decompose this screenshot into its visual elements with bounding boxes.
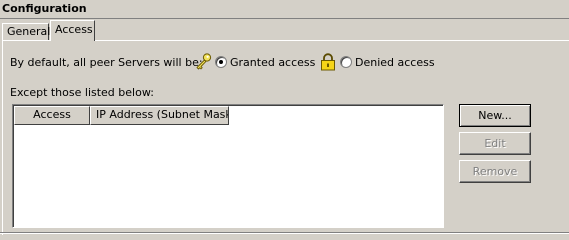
column-header-ip-address[interactable]: IP Address (Subnet Mask) [90, 106, 229, 125]
edit-button[interactable]: Edit [459, 132, 531, 155]
denied-access-label[interactable]: Denied access [355, 55, 435, 71]
panel-header: Configuration [0, 0, 569, 19]
default-access-label: By default, all peer Servers will be: [10, 56, 203, 69]
denied-access-radio[interactable] [340, 56, 352, 68]
bottom-divider [0, 232, 569, 234]
tab-access[interactable]: Access [50, 20, 95, 41]
panel-title: Configuration [2, 2, 87, 15]
granted-access-label[interactable]: Granted access [230, 55, 315, 71]
access-list[interactable]: Access IP Address (Subnet Mask) [12, 104, 444, 228]
remove-button[interactable]: Remove [459, 160, 531, 183]
granted-access-radio[interactable] [215, 56, 227, 68]
tab-general-label: General [7, 25, 51, 38]
column-header-access[interactable]: Access [14, 106, 90, 125]
tab-access-label: Access [55, 23, 93, 36]
key-icon [196, 53, 212, 70]
lock-icon [321, 53, 335, 71]
new-button[interactable]: New... [459, 104, 531, 127]
tab-general[interactable]: General [2, 23, 51, 40]
except-label: Except those listed below: [10, 86, 154, 99]
